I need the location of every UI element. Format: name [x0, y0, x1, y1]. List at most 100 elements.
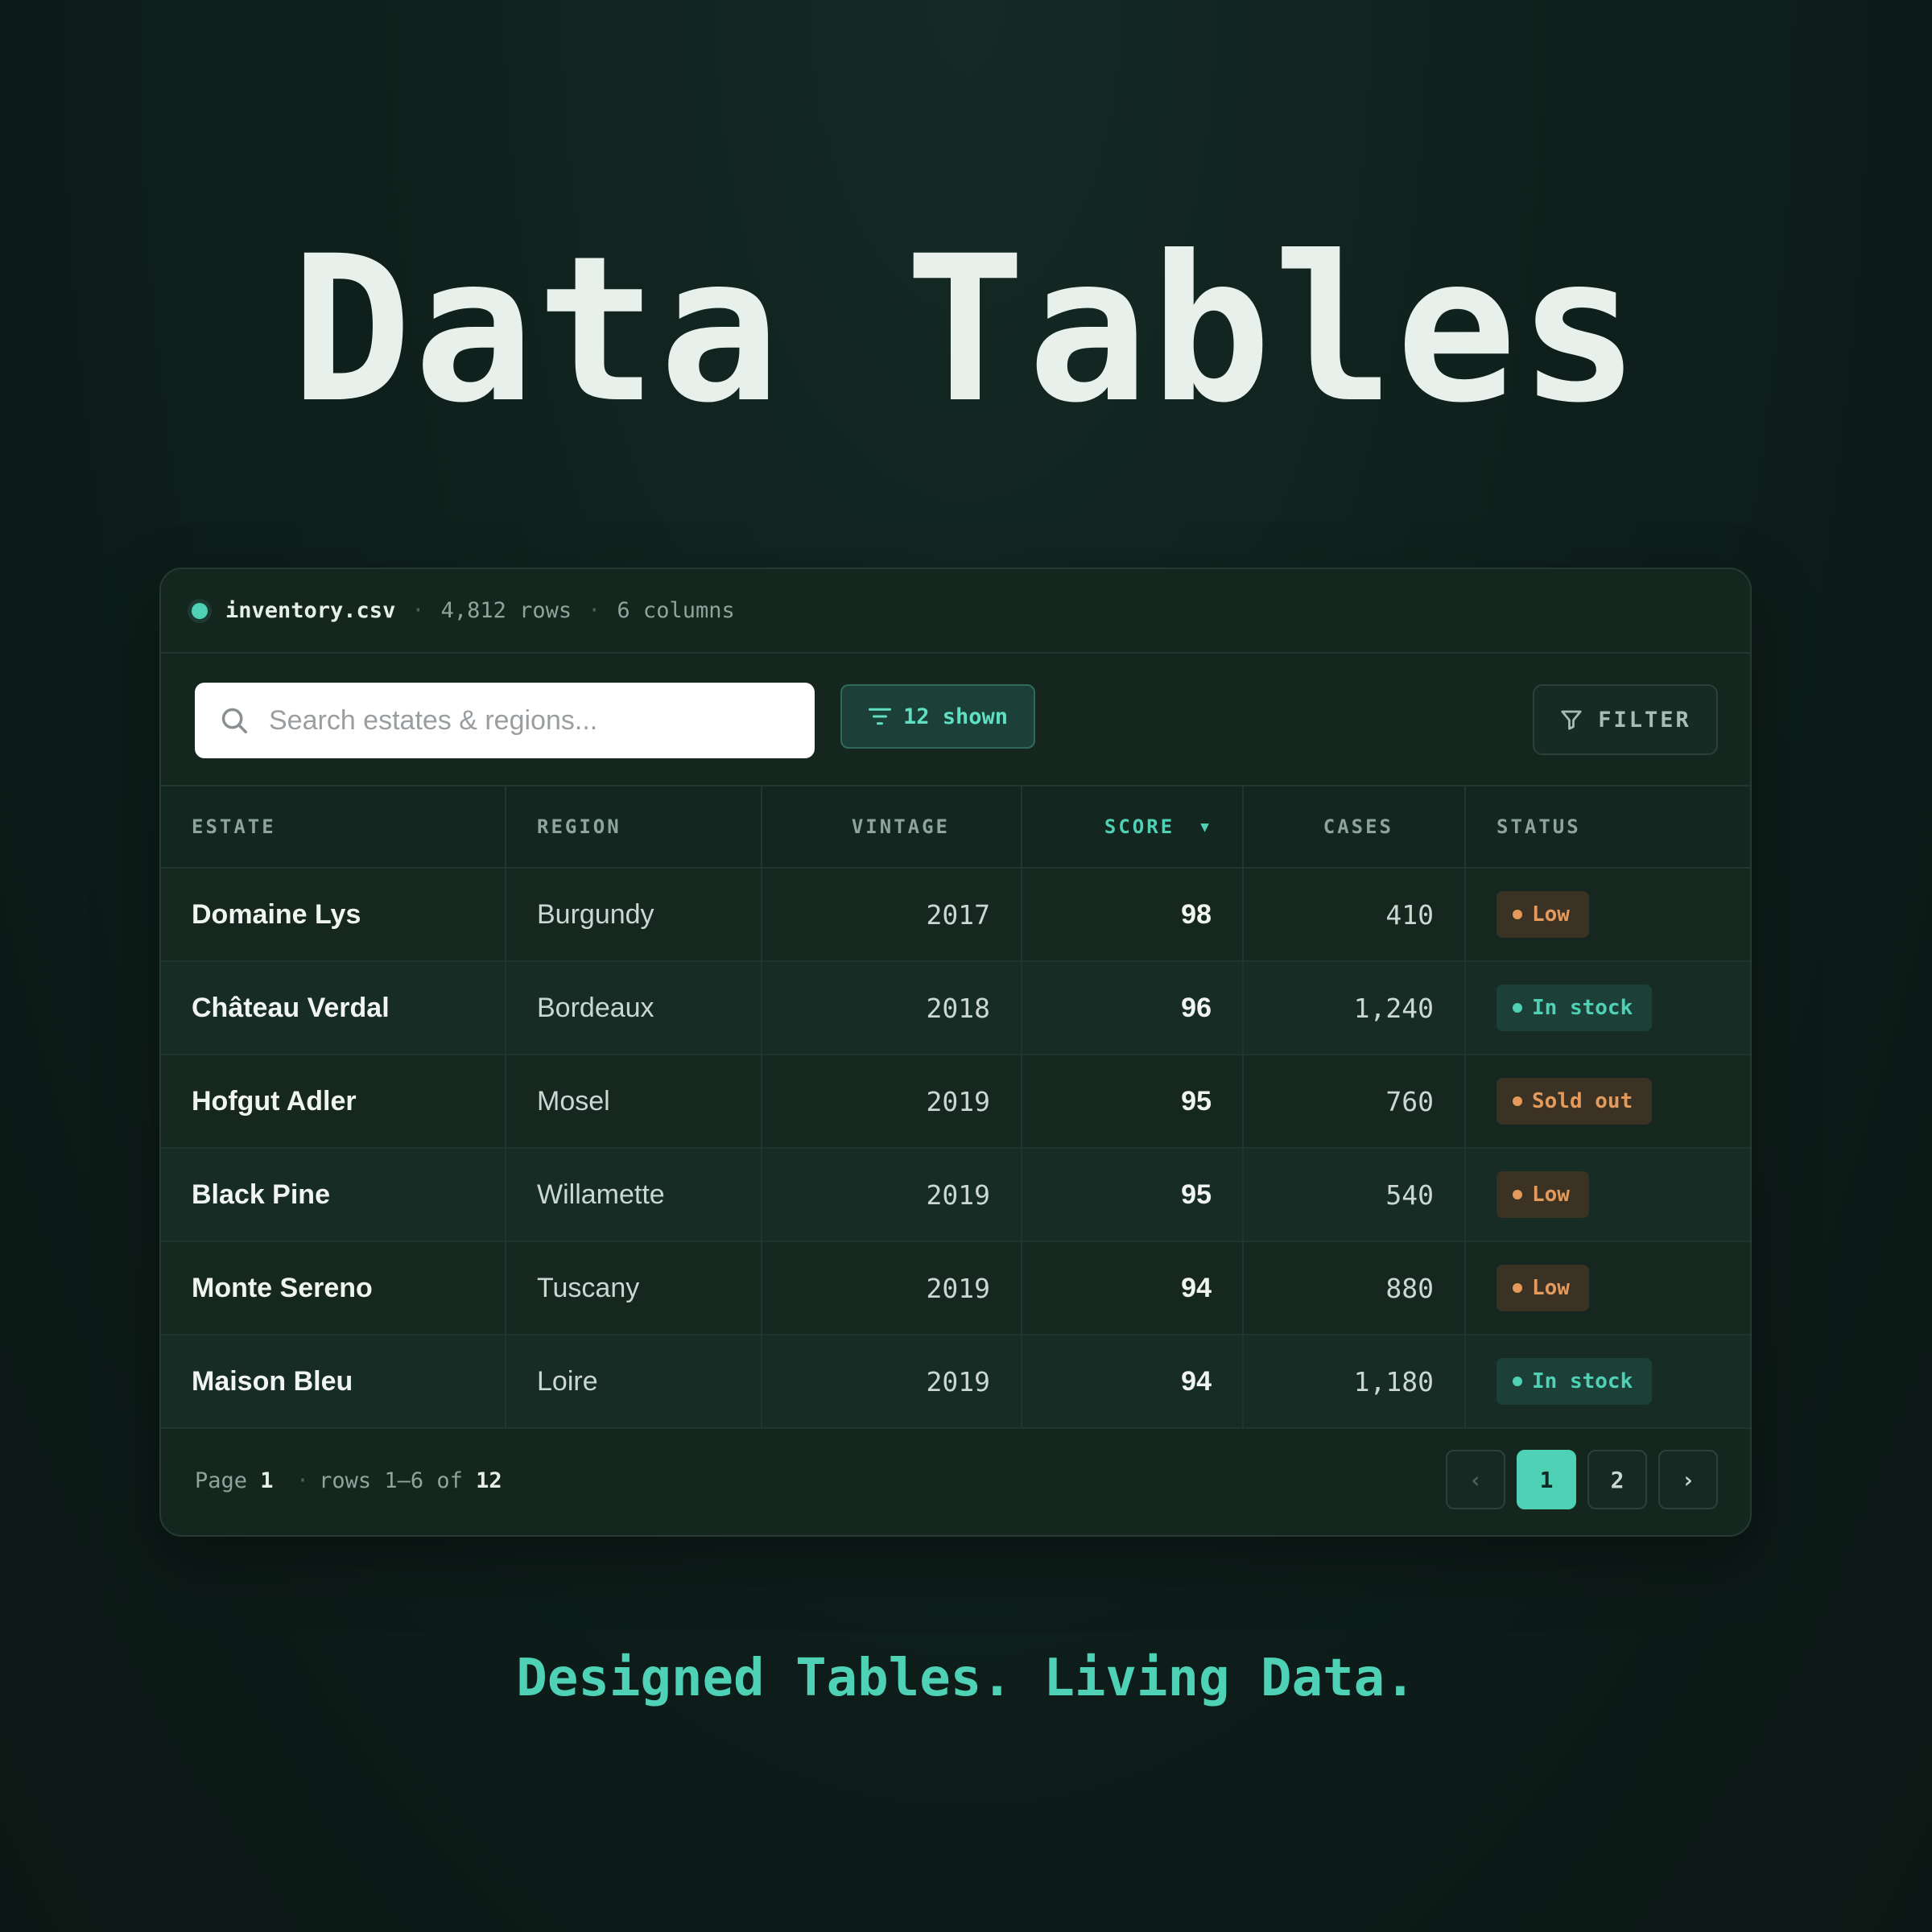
hero-title: Data Tables	[291, 213, 1641, 447]
cell-vintage: 2017	[762, 868, 1022, 962]
status-badge-label: Low	[1532, 1276, 1570, 1300]
table-header-row: ESTATE REGION VINTAGE SCORE ▼ CASES STAT…	[161, 786, 1750, 869]
table-row[interactable]: Black Pine Willamette 2019 95 540 Low	[161, 1148, 1750, 1242]
status-dot	[1513, 1190, 1522, 1199]
status-dot	[1513, 1283, 1522, 1293]
status-dot	[1513, 1096, 1522, 1106]
column-header-region[interactable]: REGION	[506, 786, 762, 869]
cell-status: Sold out	[1465, 1055, 1750, 1149]
row-count: 4,812 rows	[440, 598, 572, 623]
cell-region: Willamette	[506, 1148, 762, 1242]
rows-shown-chip[interactable]: 12 shown	[840, 684, 1035, 749]
column-header-vintage[interactable]: VINTAGE	[762, 786, 1022, 869]
column-header-estate[interactable]: ESTATE	[161, 786, 506, 869]
cell-vintage: 2019	[762, 1241, 1022, 1335]
cell-cases: 410	[1243, 868, 1466, 962]
cell-status: In stock	[1465, 1335, 1750, 1429]
total-rows: 12	[476, 1468, 502, 1493]
column-header-score[interactable]: SCORE ▼	[1022, 786, 1244, 869]
status-dot	[1513, 910, 1522, 919]
cell-status: Low	[1465, 1148, 1750, 1242]
page-button-1[interactable]: 1	[1517, 1450, 1576, 1509]
cell-estate: Monte Sereno	[161, 1241, 506, 1335]
table-row[interactable]: Maison Bleu Loire 2019 94 1,180 In stock	[161, 1335, 1750, 1429]
cell-estate: Maison Bleu	[161, 1335, 506, 1429]
status-badge: In stock	[1496, 1358, 1653, 1405]
cell-estate: Black Pine	[161, 1148, 506, 1242]
tagline: Designed Tables. Living Data.	[516, 1649, 1416, 1708]
column-header-cases[interactable]: CASES	[1243, 786, 1466, 869]
table-row[interactable]: Domaine Lys Burgundy 2017 98 410 Low	[161, 868, 1750, 962]
footer-separator: ·	[295, 1468, 310, 1493]
column-header-status[interactable]: STATUS	[1465, 786, 1750, 869]
cell-score: 94	[1022, 1241, 1244, 1335]
status-dot	[1513, 1003, 1522, 1013]
next-page-button[interactable]: ›	[1658, 1450, 1718, 1509]
status-badge: Low	[1496, 1171, 1589, 1218]
cell-score: 98	[1022, 868, 1244, 962]
cell-status: Low	[1465, 1241, 1750, 1335]
page-word: Page	[195, 1468, 248, 1493]
file-name: inventory.csv	[225, 598, 396, 623]
rows-shown-label: 12 shown	[902, 704, 1009, 729]
sort-lines-icon	[868, 708, 891, 725]
status-badge-label: Sold out	[1532, 1089, 1633, 1113]
cell-estate: Domaine Lys	[161, 868, 506, 962]
cell-status: Low	[1465, 868, 1750, 962]
table-row[interactable]: Hofgut Adler Mosel 2019 95 760 Sold out	[161, 1055, 1750, 1149]
page-button-2[interactable]: 2	[1587, 1450, 1647, 1509]
filter-button-label: FILTER	[1598, 707, 1691, 733]
rows-range-text: rows 1–6 of	[319, 1468, 463, 1493]
filter-button[interactable]: FILTER	[1533, 684, 1718, 755]
column-header-score-label: SCORE	[1104, 815, 1175, 838]
sort-descending-icon: ▼	[1200, 818, 1212, 836]
search-box[interactable]	[195, 683, 815, 758]
cell-region: Mosel	[506, 1055, 762, 1149]
cell-cases: 880	[1243, 1241, 1466, 1335]
cell-score: 94	[1022, 1335, 1244, 1429]
table-row[interactable]: Château Verdal Bordeaux 2018 96 1,240 In…	[161, 961, 1750, 1055]
pagination: ‹ 1 2 ›	[1446, 1450, 1718, 1509]
data-table-panel: inventory.csv · 4,812 rows · 6 columns 1…	[159, 568, 1752, 1537]
status-badge-label: In stock	[1532, 996, 1633, 1020]
status-badge: In stock	[1496, 985, 1653, 1031]
status-dot	[1513, 1377, 1522, 1386]
table-footer: Page 1 · rows 1–6 of 12 ‹ 1 2 ›	[161, 1426, 1750, 1535]
meta-separator: ·	[588, 598, 601, 623]
current-page-number: 1	[260, 1468, 274, 1493]
file-meta-bar: inventory.csv · 4,812 rows · 6 columns	[161, 569, 1750, 654]
meta-separator: ·	[411, 598, 425, 623]
cell-region: Burgundy	[506, 868, 762, 962]
cell-cases: 760	[1243, 1055, 1466, 1149]
status-badge: Low	[1496, 891, 1589, 938]
funnel-icon	[1561, 710, 1582, 730]
data-table: ESTATE REGION VINTAGE SCORE ▼ CASES STAT…	[161, 786, 1750, 1429]
cell-status: In stock	[1465, 961, 1750, 1055]
cell-region: Loire	[506, 1335, 762, 1429]
status-badge: Sold out	[1496, 1078, 1653, 1125]
cell-vintage: 2019	[762, 1055, 1022, 1149]
cell-vintage: 2019	[762, 1148, 1022, 1242]
cell-score: 95	[1022, 1055, 1244, 1149]
search-icon	[221, 708, 247, 733]
cell-cases: 540	[1243, 1148, 1466, 1242]
table-row[interactable]: Monte Sereno Tuscany 2019 94 880 Low	[161, 1241, 1750, 1335]
status-badge: Low	[1496, 1265, 1589, 1311]
cell-cases: 1,180	[1243, 1335, 1466, 1429]
status-badge-label: Low	[1532, 1183, 1570, 1207]
cell-vintage: 2018	[762, 961, 1022, 1055]
search-input[interactable]	[269, 704, 800, 737]
status-badge-label: In stock	[1532, 1369, 1633, 1393]
cell-score: 95	[1022, 1148, 1244, 1242]
cell-estate: Château Verdal	[161, 961, 506, 1055]
cell-estate: Hofgut Adler	[161, 1055, 506, 1149]
prev-page-button[interactable]: ‹	[1446, 1450, 1505, 1509]
cell-region: Tuscany	[506, 1241, 762, 1335]
status-badge-label: Low	[1532, 902, 1570, 927]
cell-vintage: 2019	[762, 1335, 1022, 1429]
column-count: 6 columns	[617, 598, 735, 623]
table-toolbar: 12 shown FILTER	[161, 654, 1750, 786]
cell-region: Bordeaux	[506, 961, 762, 1055]
live-status-dot	[192, 602, 208, 619]
cell-score: 96	[1022, 961, 1244, 1055]
